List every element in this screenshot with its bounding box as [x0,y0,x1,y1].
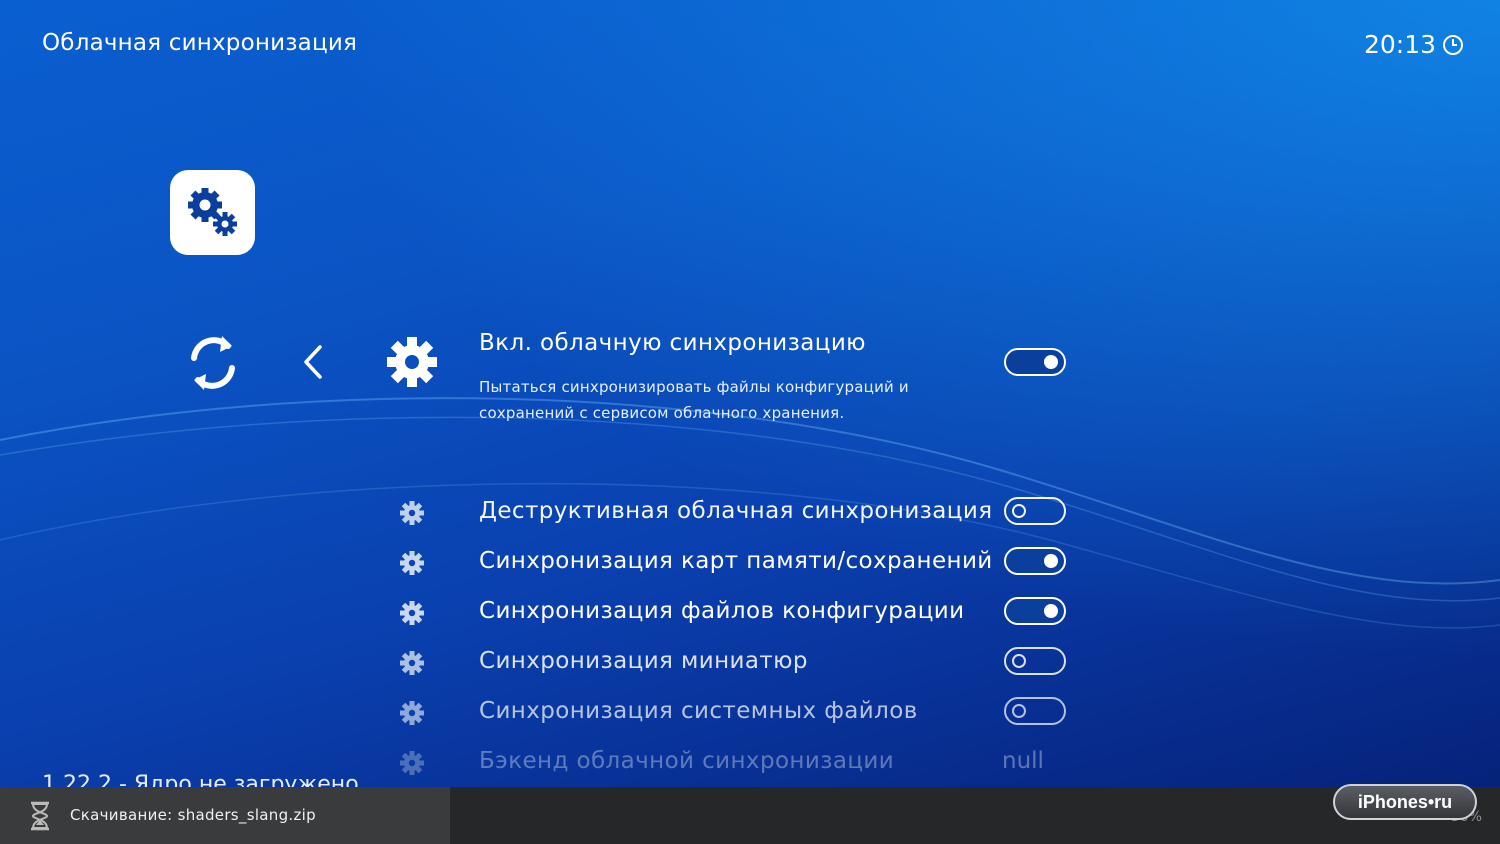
settings-toggle[interactable] [1004,697,1066,725]
hourglass-icon [31,801,49,831]
settings-toggle[interactable] [1004,647,1066,675]
settings-row-value: null [1002,748,1044,774]
gear-icon [400,501,424,525]
watermark-logo: iPhones•ru [1333,784,1477,820]
settings-row[interactable]: Деструктивная облачная синхронизация [0,492,1500,532]
cloud-sync-toggle[interactable] [1004,348,1066,376]
settings-toggle[interactable] [1004,597,1066,625]
description-line: Пытаться синхронизировать файлы конфигур… [479,378,909,396]
chevron-left-icon[interactable] [298,343,328,381]
selected-setting-title[interactable]: Вкл. облачную синхронизацию [479,330,866,356]
clock-icon [1443,34,1463,55]
description-line: сохранений с сервисом облачного хранения… [479,404,845,422]
sync-icon[interactable] [184,332,242,394]
page-title: Облачная синхронизация [42,30,358,56]
gear-icon [386,336,438,388]
settings-row-label: Синхронизация системных файлов [479,698,918,724]
settings-row-label: Синхронизация миниатюр [479,648,808,674]
download-notification: Скачивание: shaders_slang.zip [0,787,450,844]
clock: 20:13 [1364,30,1464,59]
footer-bar: Скачивание: shaders_slang.zip 30% [0,787,1500,844]
settings-toggle[interactable] [1004,547,1066,575]
toggle-knob [1012,504,1026,518]
gear-icon [400,701,424,725]
gear-icon [400,751,424,775]
toggle-knob [1012,704,1026,718]
settings-toggle[interactable] [1004,497,1066,525]
settings-row[interactable]: Синхронизация системных файлов [0,692,1500,732]
settings-row-label: Бэкенд облачной синхронизации [479,748,895,774]
settings-row-label: Синхронизация файлов конфигурации [479,598,965,624]
gear-icon [400,551,424,575]
settings-row-label: Синхронизация карт памяти/сохранений [479,548,993,574]
gear-icon [400,651,424,675]
download-label: Скачивание: shaders_slang.zip [70,806,316,824]
toggle-knob [1012,654,1026,668]
settings-row-label: Деструктивная облачная синхронизация [479,498,993,524]
settings-row[interactable]: Синхронизация карт памяти/сохранений [0,542,1500,582]
toggle-knob [1044,554,1058,568]
settings-row[interactable]: Синхронизация миниатюр [0,642,1500,682]
settings-row[interactable]: Синхронизация файлов конфигурации [0,592,1500,632]
toggle-knob [1044,604,1058,618]
settings-gears-icon [170,170,255,255]
toggle-knob [1044,355,1058,369]
clock-time: 20:13 [1363,30,1436,59]
selected-setting-description: Пытаться синхронизировать файлы конфигур… [479,374,999,426]
gear-icon [400,601,424,625]
